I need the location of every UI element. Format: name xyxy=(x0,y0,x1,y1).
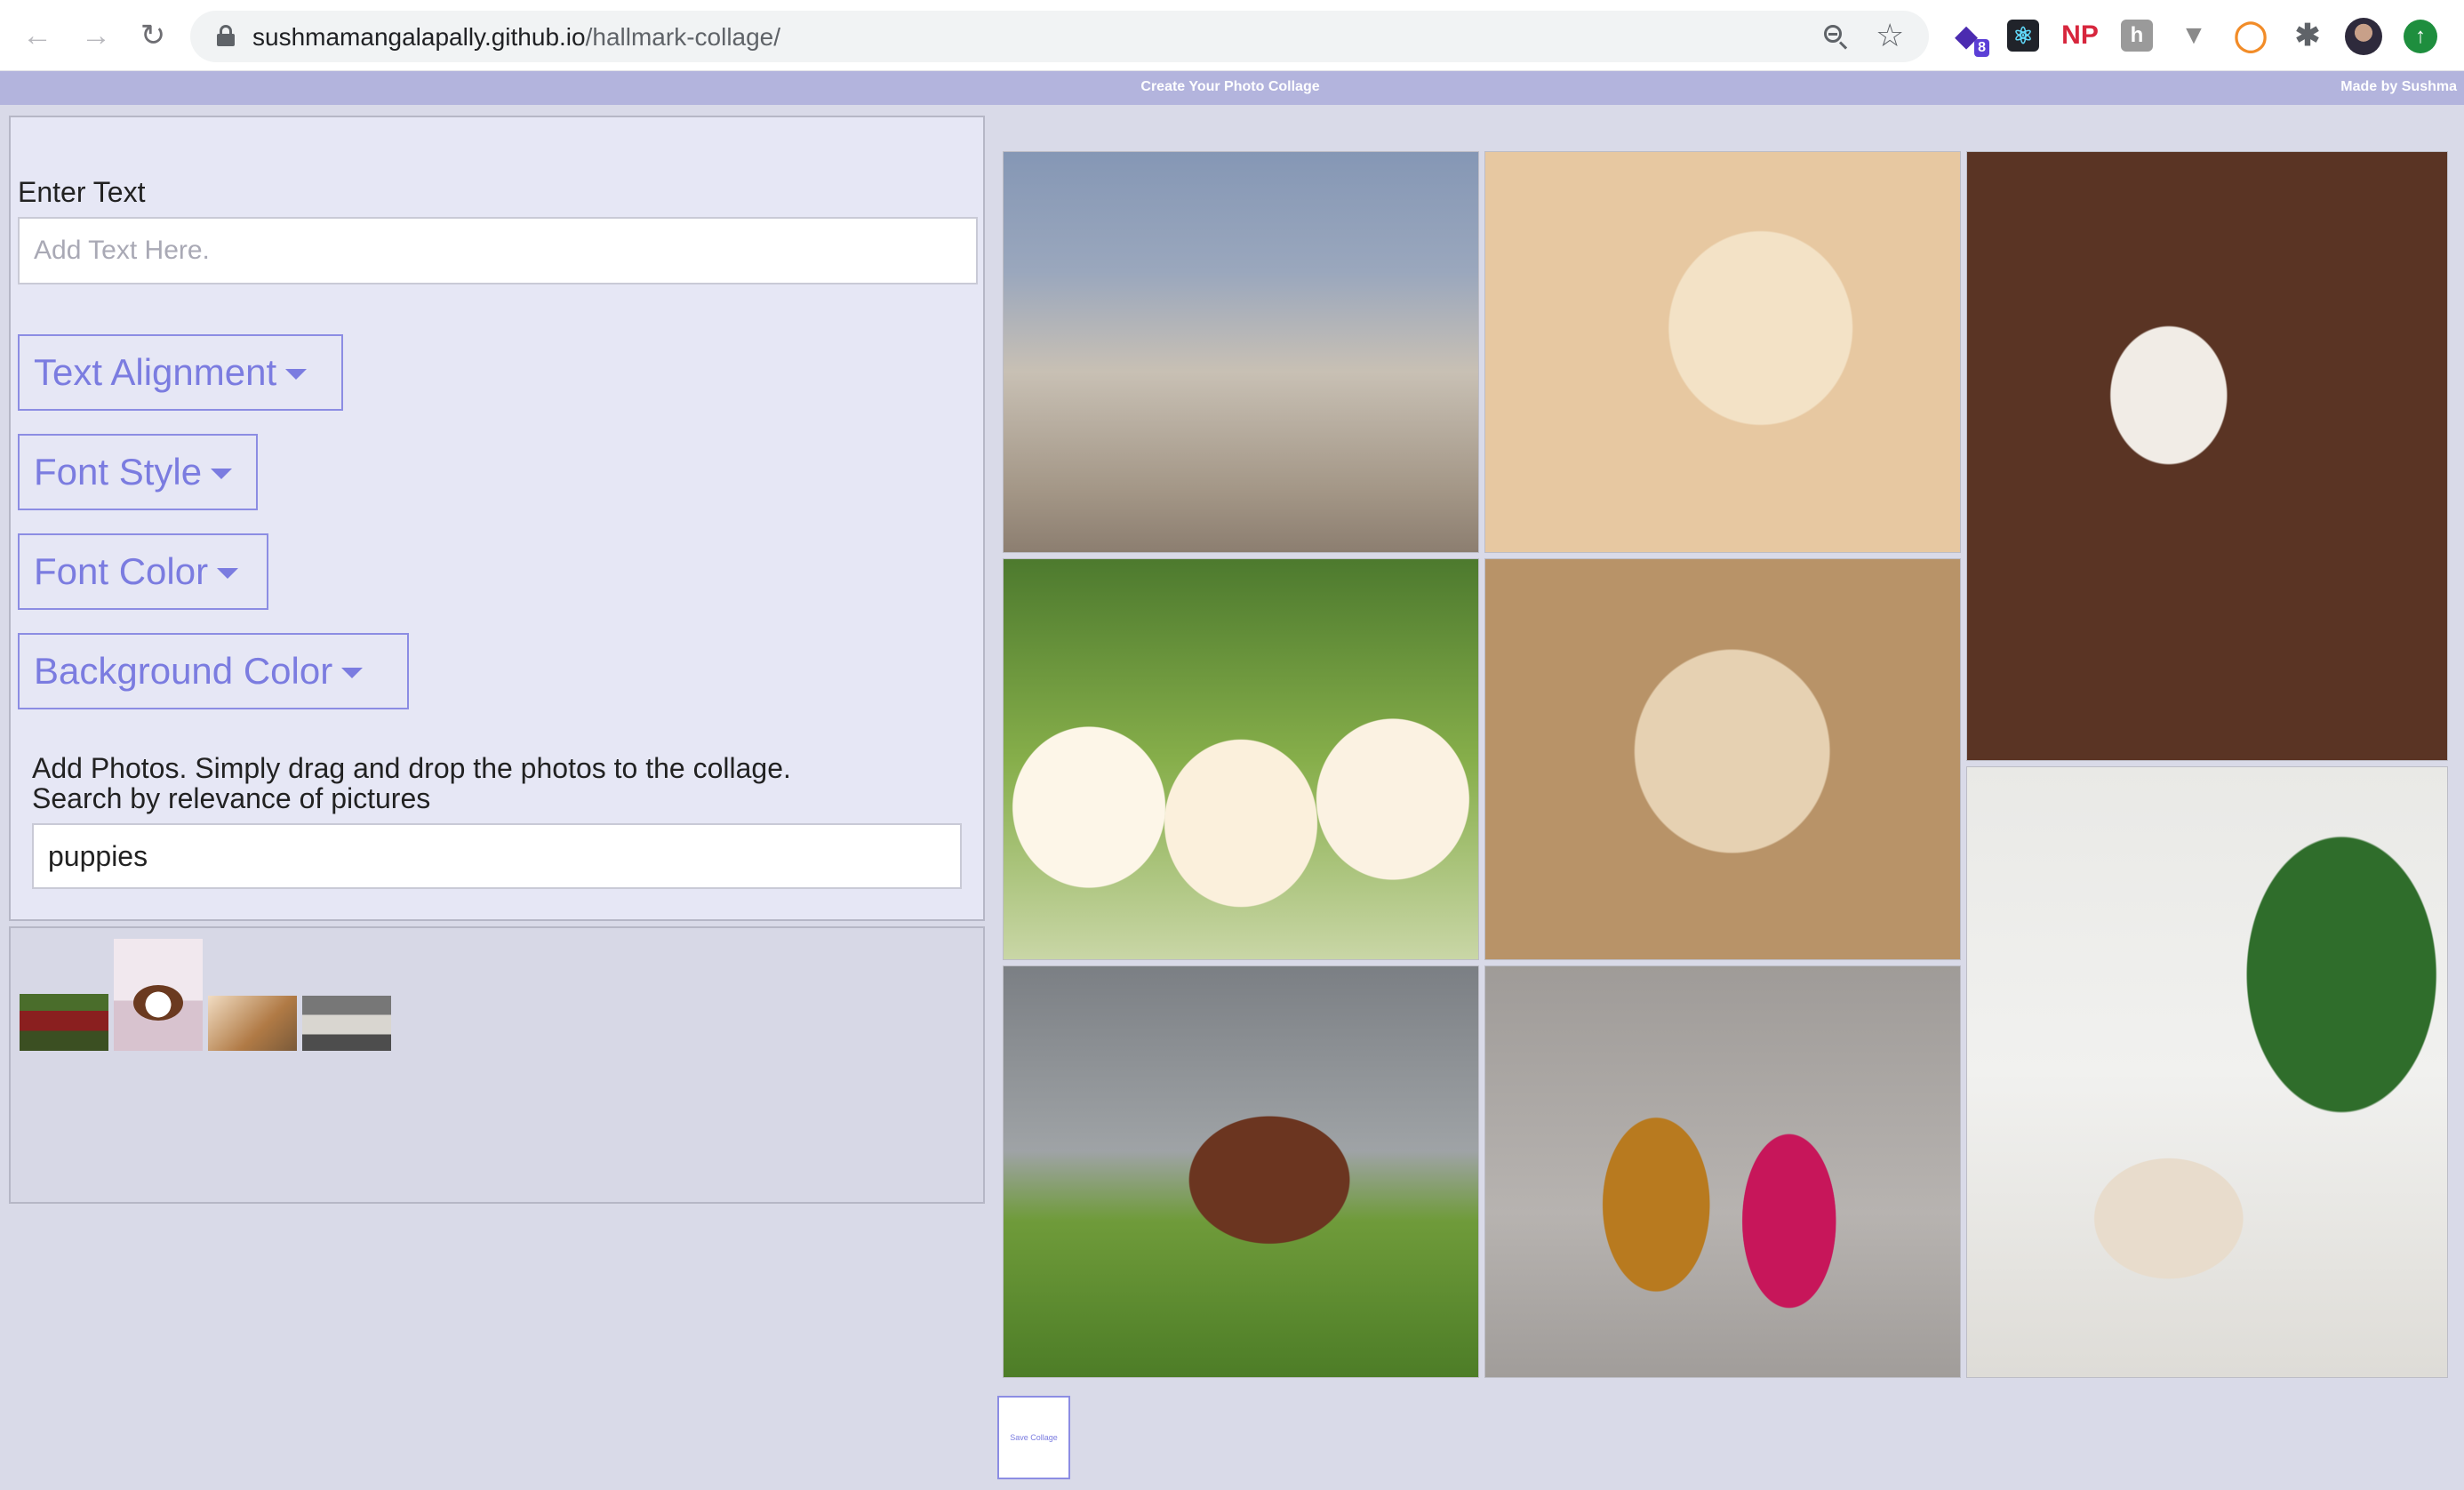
caret-down-icon xyxy=(341,668,364,678)
app-title: Create Your Photo Collage xyxy=(1140,79,1320,94)
text-alignment-dropdown[interactable]: Text Alignment xyxy=(18,334,343,411)
update-arrow-icon[interactable]: ↑ xyxy=(2404,20,2437,53)
address-bar[interactable]: sushmamangalapally.github.io/hallmark-co… xyxy=(190,11,1929,62)
h-extension-icon[interactable]: h xyxy=(2121,20,2153,52)
caret-down-icon xyxy=(285,369,308,380)
photo-thumbnail[interactable] xyxy=(20,994,108,1051)
photo-thumbnail[interactable] xyxy=(208,996,297,1051)
photo-results-panel xyxy=(9,926,985,1204)
font-color-dropdown[interactable]: Font Color xyxy=(18,533,268,610)
collage-photo[interactable] xyxy=(1003,558,1479,960)
collage-photo[interactable] xyxy=(1966,766,2448,1378)
v-extension-icon[interactable]: ▼ xyxy=(2178,20,2210,52)
extensions-puzzle-icon[interactable]: ✱ xyxy=(2292,19,2324,52)
np-extension-icon[interactable]: NP xyxy=(2061,20,2099,52)
photo-search-input[interactable] xyxy=(32,823,962,889)
text-alignment-label: Text Alignment xyxy=(34,351,277,393)
add-photos-help: Add Photos. Simply drag and drop the pho… xyxy=(32,752,791,784)
collage-photo[interactable] xyxy=(1484,151,1961,553)
collage-photo[interactable] xyxy=(1966,151,2448,761)
background-color-dropdown[interactable]: Background Color xyxy=(18,633,409,709)
collage-photo[interactable] xyxy=(1484,965,1961,1378)
photo-thumbnail[interactable] xyxy=(302,996,391,1051)
bookmark-star-icon[interactable]: ☆ xyxy=(1876,18,1904,53)
back-arrow-icon[interactable]: ← xyxy=(18,16,57,55)
forward-arrow-icon[interactable]: → xyxy=(76,16,116,55)
app-credit: Made by Sushma xyxy=(2340,79,2457,94)
extension-badge: 8 xyxy=(1974,39,1989,57)
font-style-label: Font Style xyxy=(34,451,203,493)
url-text[interactable]: sushmamangalapally.github.io/hallmark-co… xyxy=(252,23,780,52)
collage-photo[interactable] xyxy=(1003,151,1479,553)
lock-icon[interactable] xyxy=(217,25,235,46)
mortarboard-extension-icon[interactable]: ◆ 8 xyxy=(1950,20,1989,57)
profile-avatar[interactable] xyxy=(2345,18,2382,55)
collage-canvas[interactable] xyxy=(994,112,2457,1387)
url-path: /hallmark-collage/ xyxy=(585,23,781,51)
url-host: sushmamangalapally.github.io xyxy=(252,23,586,51)
caret-down-icon xyxy=(211,469,233,479)
app-header: Create Your Photo Collage Made by Sushma xyxy=(0,71,2464,105)
text-input[interactable] xyxy=(18,217,978,284)
collage-photo[interactable] xyxy=(1484,558,1961,960)
font-style-dropdown[interactable]: Font Style xyxy=(18,434,258,510)
search-help: Search by relevance of pictures xyxy=(32,782,431,814)
enter-text-label: Enter Text xyxy=(18,176,146,208)
photo-thumbnail[interactable] xyxy=(114,939,203,1051)
background-color-label: Background Color xyxy=(34,650,333,692)
reload-icon[interactable]: ↻ xyxy=(133,16,172,55)
caret-down-icon xyxy=(217,568,239,579)
save-collage-button[interactable]: Save Collage xyxy=(997,1396,1070,1479)
swirl-extension-icon[interactable]: ◯ xyxy=(2234,19,2268,52)
collage-photo[interactable] xyxy=(1003,965,1479,1378)
zoom-out-icon[interactable] xyxy=(1822,23,1849,50)
font-color-label: Font Color xyxy=(34,550,209,592)
browser-toolbar: ← → ↻ sushmamangalapally.github.io/hallm… xyxy=(0,0,2464,71)
react-devtools-icon[interactable]: ⚛ xyxy=(2007,20,2039,52)
editor-panel: Enter Text Text Alignment Font Style Fon… xyxy=(9,116,985,921)
